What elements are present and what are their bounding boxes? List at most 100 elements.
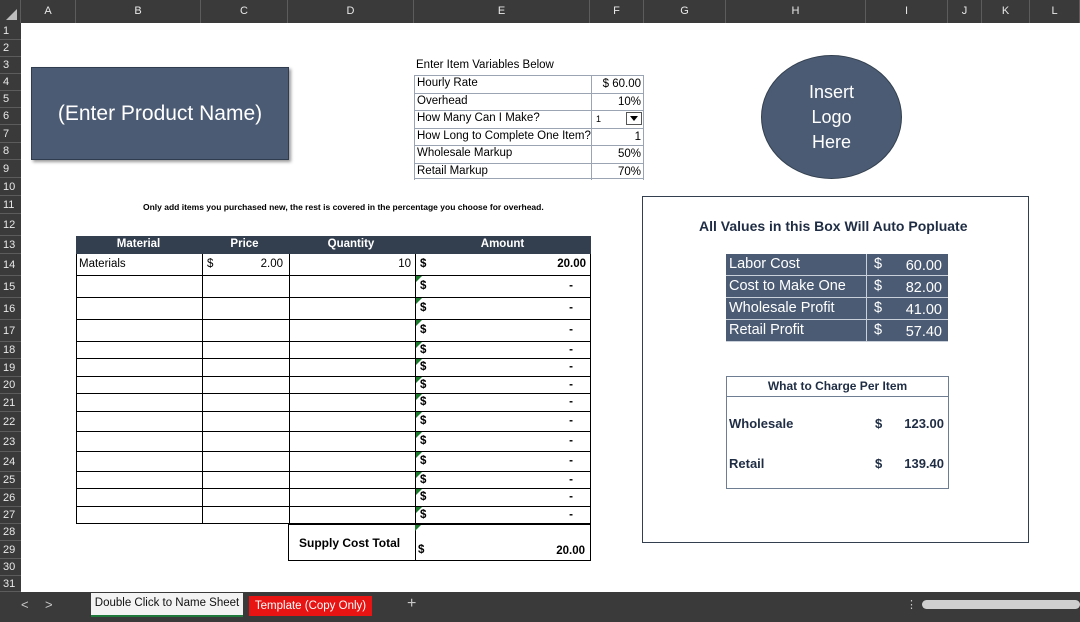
amount-cell: - [569, 280, 573, 292]
product-name-box[interactable]: (Enter Product Name) [31, 67, 289, 160]
row-header[interactable]: 30 [0, 559, 21, 576]
row-header[interactable]: 24 [0, 452, 21, 472]
tab-split-handle-icon[interactable]: ⋮ [906, 598, 917, 611]
row-header[interactable]: 27 [0, 507, 21, 524]
select-all-corner[interactable] [0, 0, 21, 23]
currency-sign: $ [874, 256, 883, 272]
column-header-j[interactable]: J [948, 0, 982, 23]
summary-row-cost-to-make-one[interactable]: Cost to Make One $82.00 [726, 276, 948, 298]
column-divider [289, 320, 290, 341]
row-header[interactable]: 18 [0, 342, 21, 359]
column-divider [202, 452, 203, 471]
sheet-tab-active[interactable]: Double Click to Name Sheet [91, 593, 243, 617]
table-row[interactable]: $ - [76, 507, 591, 524]
table-row[interactable]: $ - [76, 342, 591, 359]
column-header-l[interactable]: L [1030, 0, 1080, 23]
row-header[interactable]: 26 [0, 489, 21, 507]
row-header[interactable]: 2 [0, 40, 21, 57]
row-header[interactable]: 14 [0, 254, 21, 276]
column-divider [289, 452, 290, 471]
column-header-b[interactable]: B [76, 0, 201, 23]
row-header[interactable]: 7 [0, 125, 21, 143]
column-header-d[interactable]: D [288, 0, 414, 23]
row-header[interactable]: 19 [0, 359, 21, 377]
next-sheet-icon[interactable]: > [45, 597, 53, 612]
logo-line: Here [811, 131, 851, 152]
row-header[interactable]: 23 [0, 432, 21, 452]
row-header[interactable]: 15 [0, 276, 21, 298]
variable-row-overhead[interactable]: Overhead 10% [414, 92, 644, 110]
row-header[interactable]: 25 [0, 472, 21, 489]
table-row[interactable]: $ - [76, 298, 591, 320]
column-header-h[interactable]: H [726, 0, 866, 23]
logo-placeholder[interactable]: Insert Logo Here [761, 55, 902, 179]
row-header[interactable]: 31 [0, 576, 21, 592]
charge-row-retail[interactable]: Retail $139.40 [729, 456, 944, 471]
how-many-dropdown[interactable]: 1 [591, 111, 643, 128]
charge-per-item-title: What to Charge Per Item [727, 377, 948, 397]
summary-sign: $82.00 [866, 276, 948, 297]
column-divider [202, 394, 203, 411]
prev-sheet-icon[interactable]: < [21, 597, 29, 612]
table-row[interactable]: $ - [76, 489, 591, 507]
row-header[interactable]: 5 [0, 91, 21, 108]
summary-row-retail-profit[interactable]: Retail Profit $57.40 [726, 320, 948, 342]
table-row[interactable]: $ - [76, 412, 591, 432]
variable-row-how-long[interactable]: How Long to Complete One Item? 1 [414, 127, 644, 145]
row-header[interactable]: 28 [0, 524, 21, 541]
variable-row-hourly-rate[interactable]: Hourly Rate $ 60.00 [414, 75, 644, 93]
horizontal-scrollbar[interactable] [922, 600, 1080, 609]
table-row[interactable]: Materials $2.00 10 $20.00 [76, 254, 591, 276]
summary-value: 82.00 [905, 280, 942, 296]
row-header[interactable]: 9 [0, 160, 21, 178]
table-row[interactable]: $ - [76, 452, 591, 472]
column-header-c[interactable]: C [201, 0, 288, 23]
row-header[interactable]: 8 [0, 143, 21, 160]
table-row[interactable]: $ - [76, 377, 591, 394]
column-header-e[interactable]: E [414, 0, 590, 23]
summary-row-labor-cost[interactable]: Labor Cost $60.00 [726, 254, 948, 276]
amount-cell: - [569, 473, 573, 486]
variable-value[interactable]: 50% [591, 146, 643, 163]
table-row[interactable]: $ - [76, 359, 591, 377]
variable-value[interactable]: 10% [591, 93, 643, 110]
row-header[interactable]: 17 [0, 320, 21, 342]
row-header[interactable]: 16 [0, 298, 21, 320]
variable-value[interactable]: 1 [591, 128, 643, 145]
table-row[interactable]: $ - [76, 432, 591, 452]
sheet-tab-template[interactable]: Template (Copy Only) [249, 596, 372, 616]
row-header[interactable]: 29 [0, 541, 21, 559]
row-header[interactable]: 20 [0, 377, 21, 394]
column-header-a[interactable]: A [21, 0, 76, 23]
row-header[interactable]: 3 [0, 57, 21, 74]
summary-row-wholesale-profit[interactable]: Wholesale Profit $41.00 [726, 298, 948, 320]
table-row[interactable]: $ - [76, 394, 591, 412]
row-header[interactable]: 21 [0, 394, 21, 412]
row-header[interactable]: 11 [0, 196, 21, 214]
quantity-cell: 10 [398, 258, 411, 270]
amount-cell: - [569, 324, 573, 336]
add-sheet-icon[interactable]: + [407, 595, 416, 613]
variable-row-wholesale-markup[interactable]: Wholesale Markup 50% [414, 145, 644, 163]
table-row[interactable]: $ - [76, 320, 591, 342]
supply-total-value[interactable]: 20.00 [520, 545, 585, 557]
variable-row-how-many[interactable]: How Many Can I Make? 1 [414, 110, 644, 128]
variable-value[interactable]: $ 60.00 [591, 76, 643, 93]
row-header[interactable]: 13 [0, 236, 21, 254]
row-header[interactable]: 1 [0, 23, 21, 40]
row-header[interactable]: 4 [0, 74, 21, 91]
column-header-f[interactable]: F [590, 0, 644, 23]
table-row[interactable]: $ - [76, 472, 591, 489]
materials-table-header: Material Price Quantity Amount [76, 236, 591, 254]
column-header-k[interactable]: K [982, 0, 1030, 23]
select-all-triangle-icon [6, 9, 17, 20]
row-header[interactable]: 22 [0, 412, 21, 432]
charge-row-wholesale[interactable]: Wholesale $123.00 [729, 416, 944, 431]
row-header[interactable]: 6 [0, 108, 21, 125]
row-header[interactable]: 12 [0, 214, 21, 236]
column-header-i[interactable]: I [866, 0, 948, 23]
dropdown-arrow-icon[interactable] [626, 112, 642, 125]
table-row[interactable]: $ - [76, 276, 591, 298]
row-header[interactable]: 10 [0, 178, 21, 196]
column-header-g[interactable]: G [644, 0, 726, 23]
